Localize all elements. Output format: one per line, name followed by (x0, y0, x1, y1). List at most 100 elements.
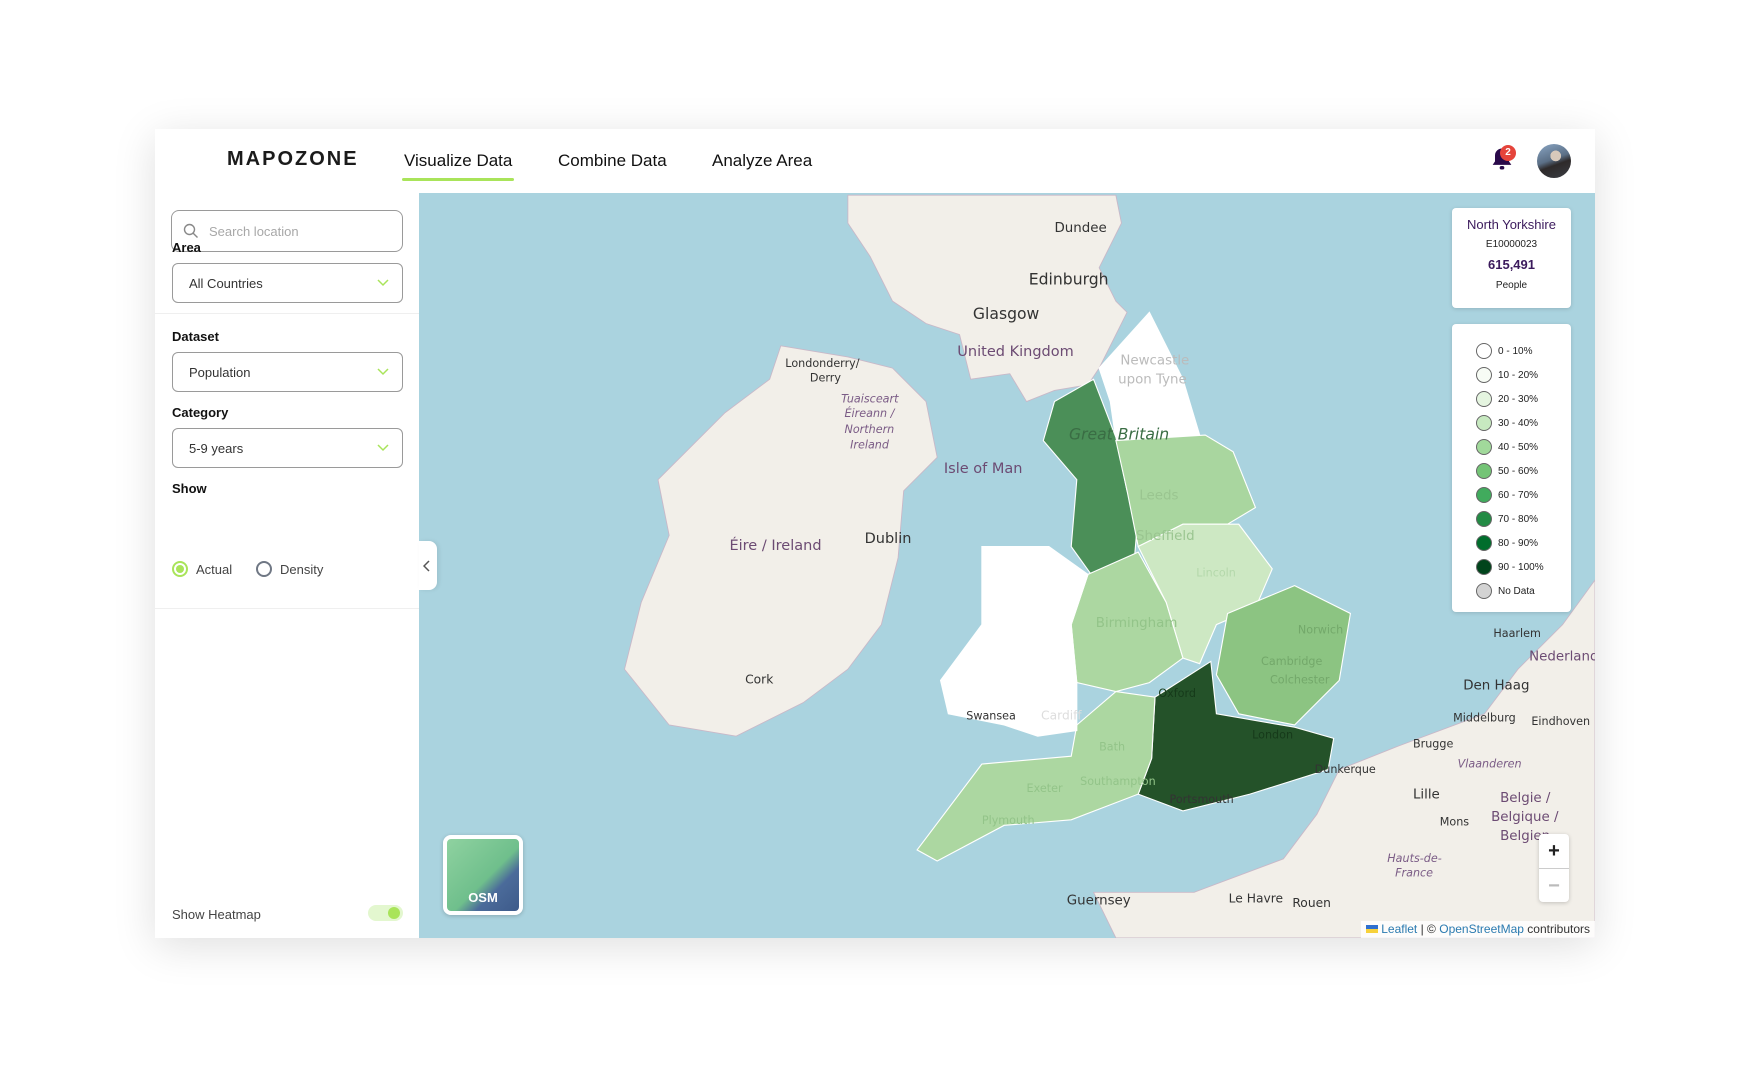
area-label: Area (172, 240, 201, 255)
dataset-select[interactable]: Population (172, 352, 403, 392)
heatmap-toggle[interactable] (368, 905, 403, 921)
chevron-down-icon (377, 368, 389, 376)
map-label: Dundee (1054, 221, 1106, 236)
map-label: Rouen (1292, 896, 1331, 910)
legend-label: 50 - 60% (1498, 465, 1539, 477)
legend-label: 0 - 10% (1498, 345, 1533, 357)
map-label: Éire / Ireland (729, 537, 821, 554)
legend-label: 40 - 50% (1498, 441, 1539, 453)
map-label: Isle of Man (944, 461, 1023, 477)
avatar[interactable] (1537, 144, 1571, 178)
map[interactable]: Dundee Edinburgh Glasgow United Kingdom … (419, 193, 1595, 938)
divider (155, 608, 419, 609)
tab-visualize-data[interactable]: Visualize Data (401, 151, 515, 181)
map-label: Northern (845, 423, 895, 436)
area-value: All Countries (189, 276, 263, 291)
leaflet-link[interactable]: Leaflet (1381, 922, 1417, 936)
map-label: Cambridge (1261, 655, 1322, 668)
radio-label: Density (280, 561, 324, 577)
map-label: Lille (1413, 788, 1440, 803)
map-label: Cork (745, 673, 774, 687)
map-label: Belgie / (1500, 791, 1551, 806)
zoom-control: + − (1539, 834, 1569, 902)
sidebar: Search location Area All Countries Datas… (155, 193, 419, 938)
map-label: Den Haag (1463, 678, 1529, 693)
legend-item: 60 - 70% (1476, 483, 1571, 507)
category-select[interactable]: 5-9 years (172, 428, 403, 468)
tab-combine-data[interactable]: Combine Data (558, 151, 667, 171)
region-info-card: North Yorkshire E10000023 615,491 People (1452, 208, 1571, 308)
osm-link[interactable]: OpenStreetMap (1439, 922, 1524, 936)
legend-item: 90 - 100% (1476, 555, 1571, 579)
zoom-in-button[interactable]: + (1539, 834, 1569, 868)
map-label: Eindhoven (1531, 715, 1590, 728)
map-label: Portsmouth (1169, 793, 1233, 806)
map-label: Dublin (865, 531, 912, 547)
legend-label: 10 - 20% (1498, 369, 1539, 381)
legend-swatch (1476, 535, 1492, 551)
heatmap-label: Show Heatmap (172, 907, 261, 922)
collapse-sidebar-button[interactable] (419, 541, 437, 590)
legend-label: 60 - 70% (1498, 489, 1539, 501)
legend-swatch (1476, 367, 1492, 383)
map-label: Glasgow (973, 305, 1040, 323)
legend-item: 40 - 50% (1476, 435, 1571, 459)
search-icon (183, 223, 198, 238)
map-label: Lincoln (1196, 567, 1236, 580)
map-label: Sheffield (1136, 529, 1195, 544)
map-label: Cardiff (1041, 708, 1082, 722)
search-input[interactable]: Search location (171, 210, 403, 252)
ukraine-flag-icon (1366, 925, 1379, 933)
map-tiles: Dundee Edinburgh Glasgow United Kingdom … (624, 194, 1595, 938)
map-label: Norwich (1298, 624, 1343, 637)
map-label: Plymouth (982, 814, 1035, 827)
category-label: Category (172, 405, 229, 420)
map-label: France (1395, 867, 1433, 880)
map-label: Swansea (966, 709, 1016, 722)
legend-swatch (1476, 415, 1492, 431)
map-label: United Kingdom (957, 344, 1073, 360)
map-label: Haarlem (1493, 627, 1541, 640)
legend: 0 - 10% 10 - 20% 20 - 30% 30 - 40% 40 - 50% 5… (1452, 324, 1571, 612)
map-label: Guernsey (1067, 894, 1131, 909)
legend-item: 10 - 20% (1476, 363, 1571, 387)
map-label: Hauts-de- (1387, 852, 1442, 865)
map-label: Middelburg (1453, 712, 1516, 725)
map-label: Le Havre (1229, 891, 1283, 905)
layer-switcher-osm[interactable]: OSM (443, 835, 523, 915)
layer-label: OSM (468, 890, 498, 905)
legend-swatch (1476, 463, 1492, 479)
radio-density[interactable]: Density (256, 561, 323, 577)
area-select[interactable]: All Countries (172, 263, 403, 303)
logo: MAPOZONE (227, 148, 359, 170)
attribution: Leaflet | © OpenStreetMap contributors (1361, 921, 1595, 938)
region-value: 615,491 (1488, 257, 1535, 272)
map-label: Birmingham (1096, 616, 1178, 631)
tab-analyze-area[interactable]: Analyze Area (712, 151, 812, 171)
region-code: E10000023 (1485, 239, 1538, 250)
category-value: 5-9 years (189, 441, 244, 456)
map-label: Oxford (1158, 687, 1196, 700)
legend-item: 70 - 80% (1476, 507, 1571, 531)
legend-swatch (1476, 511, 1492, 527)
legend-item: 30 - 40% (1476, 411, 1571, 435)
map-label: Great Britain (1069, 425, 1169, 443)
legend-label: 20 - 30% (1498, 393, 1539, 405)
map-label: Vlaanderen (1458, 757, 1522, 770)
legend-swatch (1476, 439, 1492, 455)
map-label: Exeter (1027, 782, 1063, 795)
map-label: Dunkerque (1315, 763, 1376, 776)
legend-item: 20 - 30% (1476, 387, 1571, 411)
map-label: London (1252, 728, 1293, 741)
zoom-out-button[interactable]: − (1539, 868, 1569, 901)
map-label: Colchester (1270, 674, 1330, 687)
chevron-left-icon (423, 560, 430, 572)
map-label: Ireland (850, 438, 890, 451)
radio-actual[interactable]: Actual (172, 561, 232, 577)
map-label: Derry (810, 371, 841, 384)
map-label: Edinburgh (1029, 270, 1109, 288)
region-unit: People (1495, 280, 1528, 291)
legend-swatch (1476, 343, 1492, 359)
legend-label: 90 - 100% (1498, 561, 1544, 573)
legend-swatch (1476, 583, 1492, 599)
